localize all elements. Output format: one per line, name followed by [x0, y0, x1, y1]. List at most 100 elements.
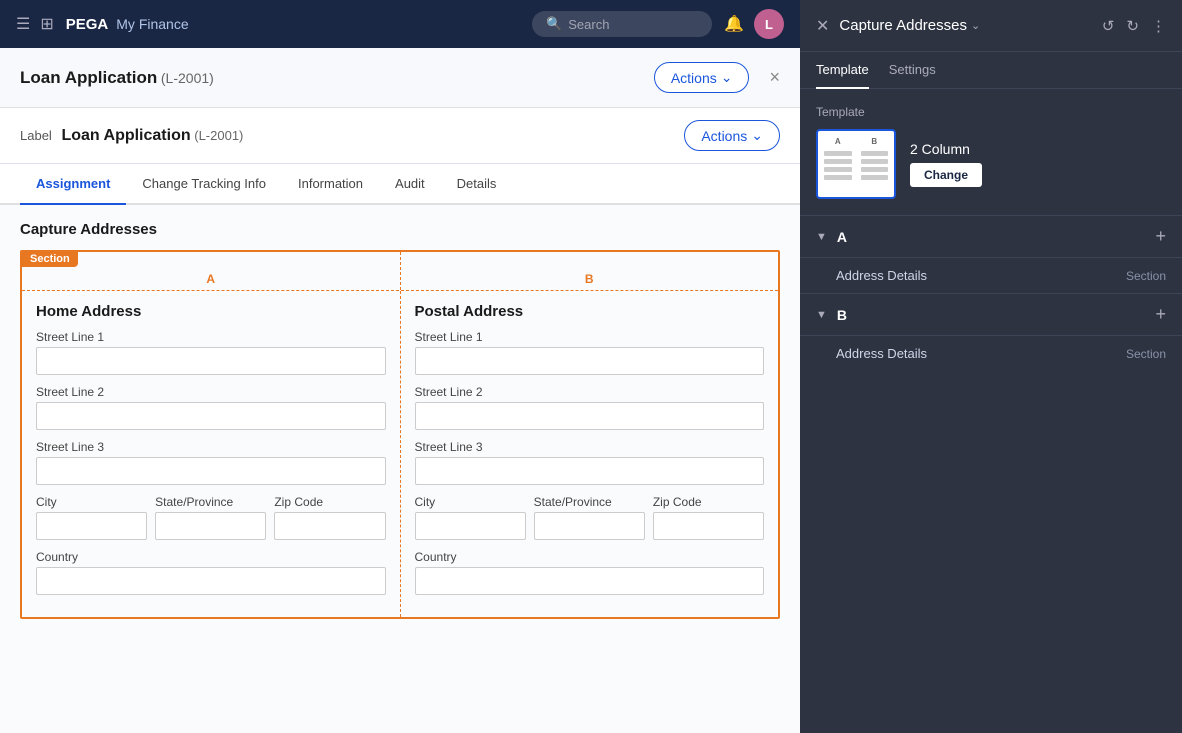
- postal-zip-input[interactable]: [653, 512, 764, 540]
- columns: Home Address Street Line 1 Street Line 2…: [22, 291, 778, 617]
- grid-icon[interactable]: ⊞: [40, 14, 53, 34]
- template-name: 2 Column: [910, 141, 1166, 157]
- postal-street3-label: Street Line 3: [415, 440, 765, 454]
- section-a-item: Address Details Section: [800, 257, 1182, 293]
- tab-details[interactable]: Details: [441, 164, 513, 205]
- close-icon[interactable]: ×: [769, 67, 780, 88]
- template-preview: A B: [816, 129, 896, 199]
- section-b-chevron-icon: ▼: [816, 309, 827, 321]
- postal-street2-input[interactable]: [415, 402, 765, 430]
- postal-inline-fields: City State/Province Zip Code: [415, 495, 765, 540]
- undo-icon[interactable]: ↻: [1126, 17, 1139, 35]
- section-a-item-type: Section: [1126, 269, 1166, 283]
- template-col-a: A: [824, 137, 852, 191]
- home-zip-input[interactable]: [274, 512, 385, 540]
- postal-state-label: State/Province: [534, 495, 645, 509]
- home-street3-input[interactable]: [36, 457, 386, 485]
- right-sections: ▼ A + Address Details Section ▼ B + Addr…: [800, 215, 1182, 733]
- preview-line: [824, 167, 852, 172]
- section-b-item-type: Section: [1126, 347, 1166, 361]
- tab-assignment[interactable]: Assignment: [20, 164, 126, 205]
- content-area: Capture Addresses Section A B Home Addre…: [0, 205, 800, 733]
- postal-street1-label: Street Line 1: [415, 330, 765, 344]
- change-template-button[interactable]: Change: [910, 163, 982, 187]
- preview-line: [861, 151, 889, 156]
- home-zip-group: Zip Code: [274, 495, 385, 540]
- tabs: Assignment Change Tracking Info Informat…: [0, 164, 800, 205]
- section-badge: Section: [22, 251, 78, 267]
- redo-icon[interactable]: ↺: [1102, 17, 1115, 35]
- home-street2-input[interactable]: [36, 402, 386, 430]
- template-col-b: B: [861, 137, 889, 191]
- preview-letter-b: B: [861, 137, 889, 146]
- postal-zip-group: Zip Code: [653, 495, 764, 540]
- home-country-input[interactable]: [36, 567, 386, 595]
- case-title: Loan Application: [20, 68, 157, 87]
- more-icon[interactable]: ⋮: [1151, 17, 1166, 35]
- actions-button[interactable]: Actions ⌄: [654, 62, 750, 93]
- section-a-chevron-icon: ▼: [816, 231, 827, 243]
- label-row: Label Loan Application (L-2001) Actions …: [0, 108, 800, 164]
- search-bar[interactable]: 🔍: [532, 11, 712, 37]
- right-icons: ↺ ↻ ⋮: [1102, 17, 1166, 35]
- search-input[interactable]: [568, 17, 698, 32]
- home-state-group: State/Province: [155, 495, 266, 540]
- right-panel: ✕ Capture Addresses ⌄ ↺ ↻ ⋮ Template Set…: [800, 0, 1182, 733]
- right-tab-template[interactable]: Template: [816, 52, 869, 89]
- postal-street2-group: Street Line 2: [415, 385, 765, 430]
- case-title-group: Loan Application (L-2001): [20, 68, 214, 88]
- preview-letter-a: A: [824, 137, 852, 146]
- template-label: Template: [816, 105, 1166, 119]
- home-state-input[interactable]: [155, 512, 266, 540]
- tab-audit[interactable]: Audit: [379, 164, 441, 205]
- right-close-icon[interactable]: ✕: [816, 16, 829, 36]
- section-b-add-icon[interactable]: +: [1155, 304, 1166, 325]
- label-actions-button[interactable]: Actions ⌄: [684, 120, 780, 151]
- postal-country-input[interactable]: [415, 567, 765, 595]
- home-street1-input[interactable]: [36, 347, 386, 375]
- preview-line: [824, 159, 852, 164]
- preview-line: [824, 175, 852, 180]
- col-a-heading: Home Address: [36, 303, 386, 320]
- tab-information[interactable]: Information: [282, 164, 379, 205]
- label-group: Label Loan Application (L-2001): [20, 127, 243, 145]
- nav-icons: 🔔 L: [724, 9, 784, 39]
- home-inline-fields: City State/Province Zip Code: [36, 495, 386, 540]
- section-group-a-header[interactable]: ▼ A +: [800, 216, 1182, 257]
- section-group-b-header[interactable]: ▼ B +: [800, 294, 1182, 335]
- left-panel: ☰ ⊞ PEGA My Finance 🔍 🔔 L Loan Applicati…: [0, 0, 800, 733]
- template-info: 2 Column Change: [910, 141, 1166, 187]
- label-case-name: Loan Application: [61, 127, 190, 144]
- tab-change-tracking[interactable]: Change Tracking Info: [126, 164, 282, 205]
- right-header: ✕ Capture Addresses ⌄ ↺ ↻ ⋮: [800, 0, 1182, 52]
- postal-city-input[interactable]: [415, 512, 526, 540]
- bell-icon[interactable]: 🔔: [724, 14, 744, 34]
- section-group-b-letter: B: [837, 307, 1156, 323]
- title-chevron-icon[interactable]: ⌄: [971, 19, 980, 32]
- label-text: Label: [20, 128, 52, 143]
- pega-logo: PEGA: [66, 16, 109, 33]
- postal-state-input[interactable]: [534, 512, 645, 540]
- section-title: Capture Addresses: [20, 221, 780, 238]
- col-b: Postal Address Street Line 1 Street Line…: [401, 291, 779, 617]
- right-title: Capture Addresses ⌄: [839, 17, 1101, 34]
- postal-street1-input[interactable]: [415, 347, 765, 375]
- col-label-b: B: [401, 252, 779, 290]
- home-zip-label: Zip Code: [274, 495, 385, 509]
- preview-line: [824, 151, 852, 156]
- section-a-item-name: Address Details: [836, 268, 1126, 283]
- section-a-add-icon[interactable]: +: [1155, 226, 1166, 247]
- postal-city-label: City: [415, 495, 526, 509]
- col-labels: A B: [22, 252, 778, 291]
- avatar[interactable]: L: [754, 9, 784, 39]
- app-name: My Finance: [116, 16, 532, 32]
- postal-street3-input[interactable]: [415, 457, 765, 485]
- right-tab-settings[interactable]: Settings: [889, 52, 936, 89]
- home-street1-label: Street Line 1: [36, 330, 386, 344]
- template-cols-preview: A B: [824, 137, 888, 191]
- home-city-input[interactable]: [36, 512, 147, 540]
- hamburger-icon[interactable]: ☰: [16, 14, 30, 34]
- home-city-label: City: [36, 495, 147, 509]
- section-group-a: ▼ A + Address Details Section: [800, 215, 1182, 293]
- top-nav: ☰ ⊞ PEGA My Finance 🔍 🔔 L: [0, 0, 800, 48]
